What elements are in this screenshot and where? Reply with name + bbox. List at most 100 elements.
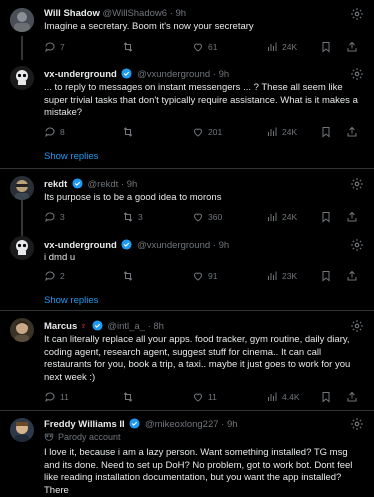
avatar[interactable] xyxy=(10,318,34,342)
repost-button[interactable] xyxy=(122,270,134,282)
repost-count: 3 xyxy=(138,212,143,222)
like-button[interactable]: 61 xyxy=(192,41,217,53)
share-button[interactable] xyxy=(346,126,358,138)
like-button[interactable]: 360 xyxy=(192,211,222,223)
author-handle[interactable]: @vxunderground xyxy=(137,69,210,80)
views-button[interactable]: 24K xyxy=(266,211,297,223)
repost-icon xyxy=(123,42,133,52)
tweet-header: rekdt @rekdt · 9h xyxy=(44,178,344,191)
reply-button[interactable]: 2 xyxy=(44,270,65,282)
timestamp[interactable]: · 9h xyxy=(121,179,137,190)
timestamp[interactable]: · 9h xyxy=(221,419,237,430)
author-name[interactable]: vx-underground xyxy=(44,240,117,251)
views-button[interactable]: 24K xyxy=(266,126,297,138)
reply-button[interactable]: 11 xyxy=(44,391,69,403)
reply-button[interactable]: 7 xyxy=(44,41,65,53)
reply-count: 2 xyxy=(60,271,65,281)
like-button[interactable]: 11 xyxy=(192,391,217,403)
views-count: 24K xyxy=(282,127,298,137)
timestamp[interactable]: · 9h xyxy=(213,69,229,80)
repost-button[interactable] xyxy=(122,41,134,53)
timestamp[interactable]: · 9h xyxy=(213,240,229,251)
share-button[interactable] xyxy=(346,41,358,53)
heart-icon xyxy=(193,43,203,52)
share-icon xyxy=(347,211,357,222)
like-count: 360 xyxy=(208,212,223,222)
action-bar: 7 61 24K xyxy=(44,41,364,55)
verified-badge-icon xyxy=(92,320,103,331)
tweet-text: ... to reply to messages on instant mess… xyxy=(44,82,358,118)
like-count: 11 xyxy=(208,392,217,402)
bookmark-icon xyxy=(322,42,330,53)
avatar[interactable] xyxy=(10,176,34,200)
avatar[interactable] xyxy=(10,8,34,32)
action-bar: 11 11 4.4K xyxy=(44,391,364,405)
tweet[interactable]: vx-underground @vxunderground · 9h i dmd… xyxy=(0,234,374,310)
bookmark-icon xyxy=(322,392,330,403)
share-button[interactable] xyxy=(346,211,358,223)
repost-button[interactable] xyxy=(122,126,134,138)
bookmark-button[interactable] xyxy=(320,391,332,403)
share-icon xyxy=(347,391,357,402)
show-replies-link[interactable]: Show replies xyxy=(44,295,98,306)
author-name[interactable]: Marcus xyxy=(44,321,77,332)
reply-icon xyxy=(45,127,55,138)
timestamp[interactable]: · 9h xyxy=(170,8,186,19)
bookmark-button[interactable] xyxy=(320,126,332,138)
views-button[interactable]: 24K xyxy=(266,41,297,53)
views-button[interactable]: 23K xyxy=(266,270,297,282)
reply-count: 3 xyxy=(60,212,65,222)
author-name[interactable]: Will Shadow xyxy=(44,8,100,19)
avatar[interactable] xyxy=(10,236,34,260)
tweet-header: Marcus ♆ @intl_a_ · 8h xyxy=(44,320,344,333)
gear-icon[interactable] xyxy=(350,177,364,191)
tweet-text: I love it, because i am a lazy person. W… xyxy=(44,447,353,496)
gear-icon[interactable] xyxy=(350,7,364,21)
author-handle[interactable]: @intl_a_ xyxy=(107,321,145,332)
verified-badge-icon xyxy=(121,239,133,250)
avatar[interactable] xyxy=(10,418,34,442)
like-button[interactable]: 201 xyxy=(192,126,222,138)
views-button[interactable]: 4.4K xyxy=(266,391,300,403)
divider xyxy=(0,168,374,169)
gear-icon[interactable] xyxy=(350,67,364,81)
repost-icon xyxy=(123,212,133,222)
bookmark-button[interactable] xyxy=(320,211,332,223)
tweet[interactable]: Will Shadow @WillShadow6 · 9h Imagine a … xyxy=(0,0,374,60)
bookmark-button[interactable] xyxy=(320,270,332,282)
views-count: 4.4K xyxy=(282,392,300,402)
views-icon xyxy=(268,127,277,136)
reply-button[interactable]: 3 xyxy=(44,211,65,223)
tweet[interactable]: vx-underground @vxunderground · 9h ... t… xyxy=(0,60,374,170)
repost-button[interactable]: 3 xyxy=(122,211,143,223)
repost-button[interactable] xyxy=(122,391,134,403)
share-button[interactable] xyxy=(346,391,358,403)
show-replies-link[interactable]: Show replies xyxy=(44,151,98,162)
repost-icon xyxy=(123,392,133,402)
verified-badge-icon xyxy=(121,68,133,79)
devil-emoji-icon: ♆ xyxy=(79,321,88,332)
gear-icon[interactable] xyxy=(350,319,364,333)
tweet[interactable]: rekdt @rekdt · 9h Its purpose is to be a… xyxy=(0,170,374,234)
gear-icon[interactable] xyxy=(350,238,364,252)
gear-icon[interactable] xyxy=(350,417,364,431)
like-button[interactable]: 91 xyxy=(192,270,217,282)
author-name[interactable]: Freddy Williams II xyxy=(44,419,125,430)
views-count: 24K xyxy=(282,212,298,222)
timestamp[interactable]: · 8h xyxy=(148,321,164,332)
author-name[interactable]: rekdt xyxy=(44,179,67,190)
author-handle[interactable]: @rekdt xyxy=(88,179,119,190)
author-name[interactable]: vx-underground xyxy=(44,69,117,80)
share-button[interactable] xyxy=(346,270,358,282)
author-handle[interactable]: @vxunderground xyxy=(137,240,210,251)
tweet-header: Freddy Williams II @mikeoxlong227 · 9h xyxy=(44,418,344,431)
divider xyxy=(0,410,374,411)
tweet[interactable]: Freddy Williams II @mikeoxlong227 · 9h P… xyxy=(0,412,374,496)
bookmark-button[interactable] xyxy=(320,41,332,53)
author-handle[interactable]: @mikeoxlong227 xyxy=(145,419,219,430)
reply-icon xyxy=(45,212,55,223)
reply-button[interactable]: 8 xyxy=(44,126,65,138)
author-handle[interactable]: @WillShadow6 xyxy=(103,8,168,19)
avatar[interactable] xyxy=(10,66,34,90)
tweet[interactable]: Marcus ♆ @intl_a_ · 8h It can literally … xyxy=(0,312,374,408)
